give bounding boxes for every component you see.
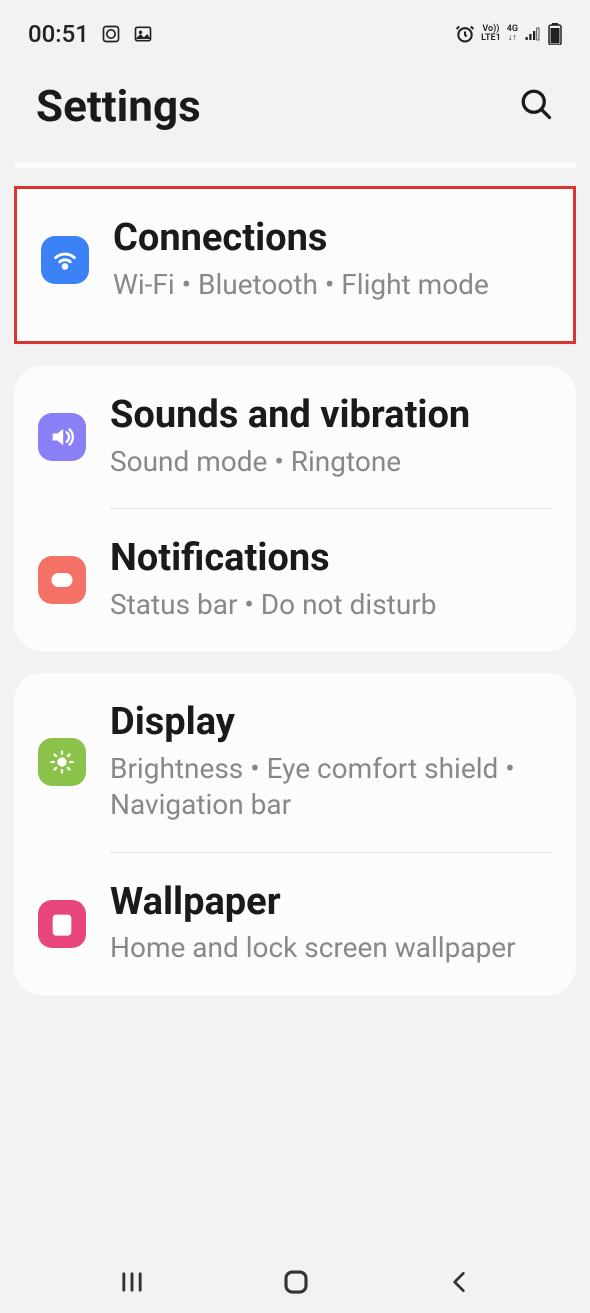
home-button[interactable] bbox=[261, 1257, 331, 1307]
status-bar: 00:51 Vo))LTE1 4G↓↑ bbox=[0, 0, 590, 60]
status-time: 00:51 bbox=[28, 20, 89, 48]
item-title: Sounds and vibration bbox=[110, 394, 552, 438]
navigation-bar bbox=[0, 1251, 590, 1313]
item-content: Display Brightness • Eye comfort shield … bbox=[110, 701, 552, 823]
settings-item-sounds[interactable]: Sounds and vibration Sound mode • Ringto… bbox=[14, 366, 576, 508]
item-subtitle: Brightness • Eye comfort shield • Naviga… bbox=[110, 751, 552, 824]
item-subtitle: Sound mode • Ringtone bbox=[110, 444, 552, 480]
settings-group-connections: Connections Wi-Fi • Bluetooth • Flight m… bbox=[14, 186, 576, 344]
settings-item-wallpaper[interactable]: Wallpaper Home and lock screen wallpaper bbox=[14, 853, 576, 995]
settings-item-connections[interactable]: Connections Wi-Fi • Bluetooth • Flight m… bbox=[17, 189, 573, 331]
item-subtitle: Status bar • Do not disturb bbox=[110, 587, 552, 623]
page-title: Settings bbox=[36, 80, 201, 132]
wifi-icon bbox=[41, 236, 89, 284]
item-subtitle: Wi-Fi • Bluetooth • Flight mode bbox=[113, 267, 549, 303]
spacer-bar bbox=[14, 162, 576, 168]
alarm-icon bbox=[455, 24, 475, 44]
settings-item-display[interactable]: Display Brightness • Eye comfort shield … bbox=[14, 673, 576, 851]
sound-icon bbox=[38, 413, 86, 461]
battery-icon bbox=[548, 23, 562, 45]
search-button[interactable] bbox=[518, 86, 554, 126]
item-content: Connections Wi-Fi • Bluetooth • Flight m… bbox=[113, 217, 549, 303]
item-content: Notifications Status bar • Do not distur… bbox=[110, 537, 552, 623]
status-bar-right: Vo))LTE1 4G↓↑ bbox=[455, 23, 562, 45]
item-content: Sounds and vibration Sound mode • Ringto… bbox=[110, 394, 552, 480]
item-title: Notifications bbox=[110, 537, 552, 581]
back-button[interactable] bbox=[426, 1259, 492, 1305]
status-bar-left: 00:51 bbox=[28, 20, 153, 48]
item-title: Connections bbox=[113, 217, 549, 261]
settings-list: Connections Wi-Fi • Bluetooth • Flight m… bbox=[0, 186, 590, 995]
wallpaper-icon bbox=[38, 900, 86, 948]
item-title: Wallpaper bbox=[110, 881, 552, 925]
network-indicator: 4G↓↑ bbox=[507, 25, 518, 43]
volte-indicator: Vo))LTE1 bbox=[481, 25, 501, 43]
settings-item-notifications[interactable]: Notifications Status bar • Do not distur… bbox=[14, 509, 576, 651]
settings-header: Settings bbox=[0, 60, 590, 162]
settings-group-display: Display Brightness • Eye comfort shield … bbox=[14, 673, 576, 995]
gallery-app-icon bbox=[133, 24, 153, 44]
recents-button[interactable] bbox=[98, 1258, 166, 1306]
notifications-icon bbox=[38, 556, 86, 604]
item-subtitle: Home and lock screen wallpaper bbox=[110, 930, 552, 966]
item-content: Wallpaper Home and lock screen wallpaper bbox=[110, 881, 552, 967]
brightness-icon bbox=[38, 738, 86, 786]
settings-group-sounds: Sounds and vibration Sound mode • Ringto… bbox=[14, 366, 576, 651]
item-title: Display bbox=[110, 701, 552, 745]
clock-app-icon bbox=[101, 24, 121, 44]
signal-icon bbox=[524, 25, 542, 43]
